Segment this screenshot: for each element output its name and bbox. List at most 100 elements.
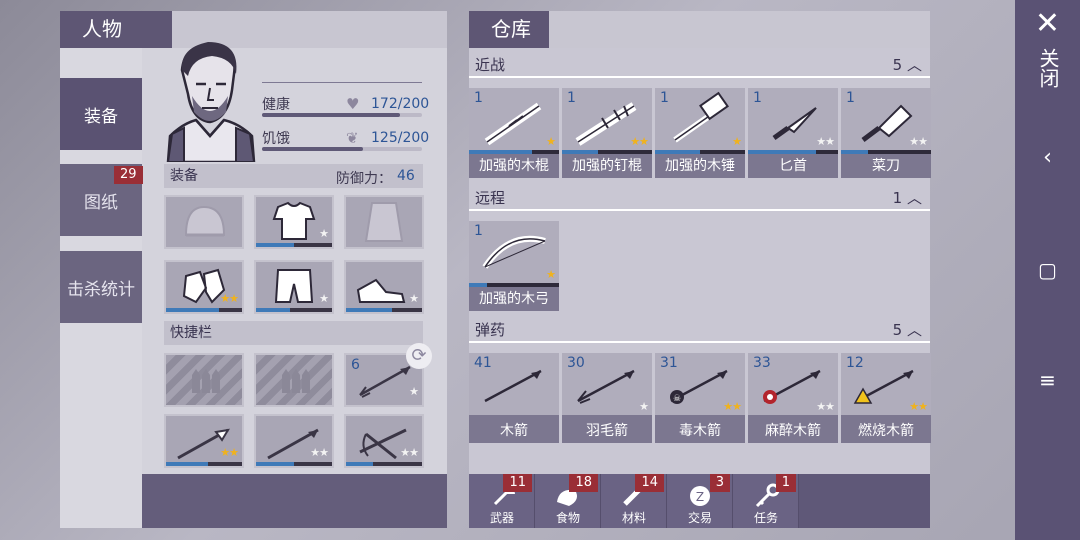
storage-item[interactable]: 1 ★★ 加强的钉棍 [562, 88, 652, 178]
hotbar-slot-2[interactable] [254, 353, 334, 407]
section-melee[interactable]: 近战 5 ︿ [469, 54, 930, 78]
hunger-bar-fill [262, 147, 363, 151]
spear-durability [166, 462, 242, 466]
storage-item[interactable]: ☠ 31 ★★ 毒木箭 [655, 353, 745, 443]
storage-item[interactable]: 41 木箭 [469, 353, 559, 443]
item-stars: ★★ [909, 400, 928, 413]
cloak-icon [364, 202, 404, 242]
hunger-bar [262, 147, 422, 151]
category-badge: 18 [569, 474, 598, 492]
hands-durability [166, 308, 242, 312]
category-badge: 3 [709, 474, 730, 492]
stats-divider [262, 82, 422, 83]
legs-stars: ★ [319, 292, 329, 305]
storage-item[interactable]: 1 ★★ 匕首 [748, 88, 838, 178]
beanie-icon [184, 205, 226, 237]
equip-slot-body[interactable]: ★ [254, 195, 334, 249]
crossbow-durability [346, 462, 422, 466]
ranged-count: 1 ︿ [892, 189, 922, 207]
hotbar-slot-6[interactable]: ★★ [344, 414, 424, 468]
ammo-count: 5 ︿ [892, 321, 922, 339]
hotbar-slot-4[interactable]: ★★ [164, 414, 244, 468]
tab-kill-stats-label: 击杀统计 [67, 279, 135, 300]
tab-equipment-label: 装备 [84, 106, 118, 127]
heart-icon: ♥ [346, 95, 360, 113]
storage-item[interactable]: 33 ★★ 麻醉木箭 [748, 353, 838, 443]
spear2-durability [256, 462, 332, 466]
storage-item[interactable]: 1 ★ 加强的木锤 [655, 88, 745, 178]
item-count: 12 [846, 355, 864, 371]
hunger-label: 饥饿 [262, 131, 290, 147]
item-count: 1 [846, 90, 855, 106]
body-durability [256, 243, 332, 247]
category-badge: 11 [503, 474, 532, 492]
hands-stars: ★★ [220, 292, 239, 305]
category-label: 任务 [753, 511, 778, 525]
item-count: 31 [660, 355, 678, 371]
equip-slot-legs[interactable]: ★ [254, 260, 334, 314]
defense-label: 防御力： [336, 171, 392, 187]
item-name: 匕首 [748, 154, 838, 178]
health-value: 172/200 [371, 96, 430, 112]
category-tab-0[interactable]: 11 武器 [469, 474, 535, 528]
item-stars: ★ [546, 135, 556, 148]
hotbar-slot-1[interactable] [164, 353, 244, 407]
chevron-left-icon[interactable]: ‹ [1015, 145, 1080, 170]
item-count: 1 [567, 90, 576, 106]
section-ammo[interactable]: 弹药 5 ︿ [469, 319, 930, 343]
item-count: 1 [660, 90, 669, 106]
equip-slot-head[interactable] [164, 195, 244, 249]
ranged-label: 远程 [475, 189, 506, 207]
category-tab-4[interactable]: 1 任务 [733, 474, 799, 528]
item-name: 羽毛箭 [562, 419, 652, 443]
item-stars: ★★ [909, 135, 928, 148]
stomach-icon: ❦ [346, 129, 359, 147]
feet-stars: ★ [409, 292, 419, 305]
category-tab-2[interactable]: 14 材料 [601, 474, 667, 528]
equip-slot-hands[interactable]: ★★ [164, 260, 244, 314]
equipment-label: 装备 [170, 168, 198, 184]
storage-item[interactable]: 12 ★★ 燃烧木箭 [841, 353, 931, 443]
close-icon[interactable]: ✕ [1015, 6, 1080, 41]
tab-equipment[interactable]: 装备 [60, 78, 142, 150]
item-name: 麻醉木箭 [748, 419, 838, 443]
character-panel-footer [142, 474, 447, 528]
hotbar-arrow-count: 6 [351, 357, 360, 373]
storage-item[interactable]: 1 ★ 加强的木棍 [469, 88, 559, 178]
swap-icon[interactable]: ⟳ [406, 343, 432, 369]
square-icon[interactable]: ▢ [1015, 258, 1080, 282]
item-stars: ★ [639, 400, 649, 413]
blueprints-badge: 29 [114, 166, 143, 184]
item-count: 1 [753, 90, 762, 106]
equip-slot-back[interactable] [344, 195, 424, 249]
item-stars: ★ [732, 135, 742, 148]
category-tab-3[interactable]: Z 3 交易 [667, 474, 733, 528]
storage-item[interactable]: 1 ★ 加强的木弓 [469, 221, 559, 311]
tab-kill-stats[interactable]: 击杀统计 [60, 251, 142, 323]
item-name: 菜刀 [841, 154, 931, 178]
equip-slot-feet[interactable]: ★ [344, 260, 424, 314]
character-portrait [166, 42, 256, 162]
menu-icon[interactable]: ≡ [1015, 368, 1080, 392]
chevron-up-icon: ︿ [906, 189, 922, 207]
item-count: 33 [753, 355, 771, 371]
svg-text:Z: Z [696, 490, 704, 504]
melee-label: 近战 [475, 56, 506, 74]
category-tab-1[interactable]: 18 食物 [535, 474, 601, 528]
hotbar-crossbow-stars: ★★ [400, 446, 419, 459]
hotbar-slot-5[interactable]: ★★ [254, 414, 334, 468]
category-label: 食物 [555, 511, 580, 525]
storage-item[interactable]: 30 ★ 羽毛箭 [562, 353, 652, 443]
legs-durability [256, 308, 332, 312]
storage-item[interactable]: 1 ★★ 菜刀 [841, 88, 931, 178]
section-ranged[interactable]: 远程 1 ︿ [469, 187, 930, 211]
close-label[interactable]: 关闭 [1033, 48, 1063, 88]
item-name: 木箭 [469, 419, 559, 443]
item-name: 加强的木锤 [655, 154, 745, 178]
item-name: 加强的木棍 [469, 154, 559, 178]
category-label: 交易 [687, 511, 712, 525]
health-bar-fill [262, 113, 400, 117]
item-stars: ★★ [630, 135, 649, 148]
ammo-label: 弹药 [475, 321, 506, 339]
hotbar-arrow-stars: ★ [409, 385, 419, 398]
